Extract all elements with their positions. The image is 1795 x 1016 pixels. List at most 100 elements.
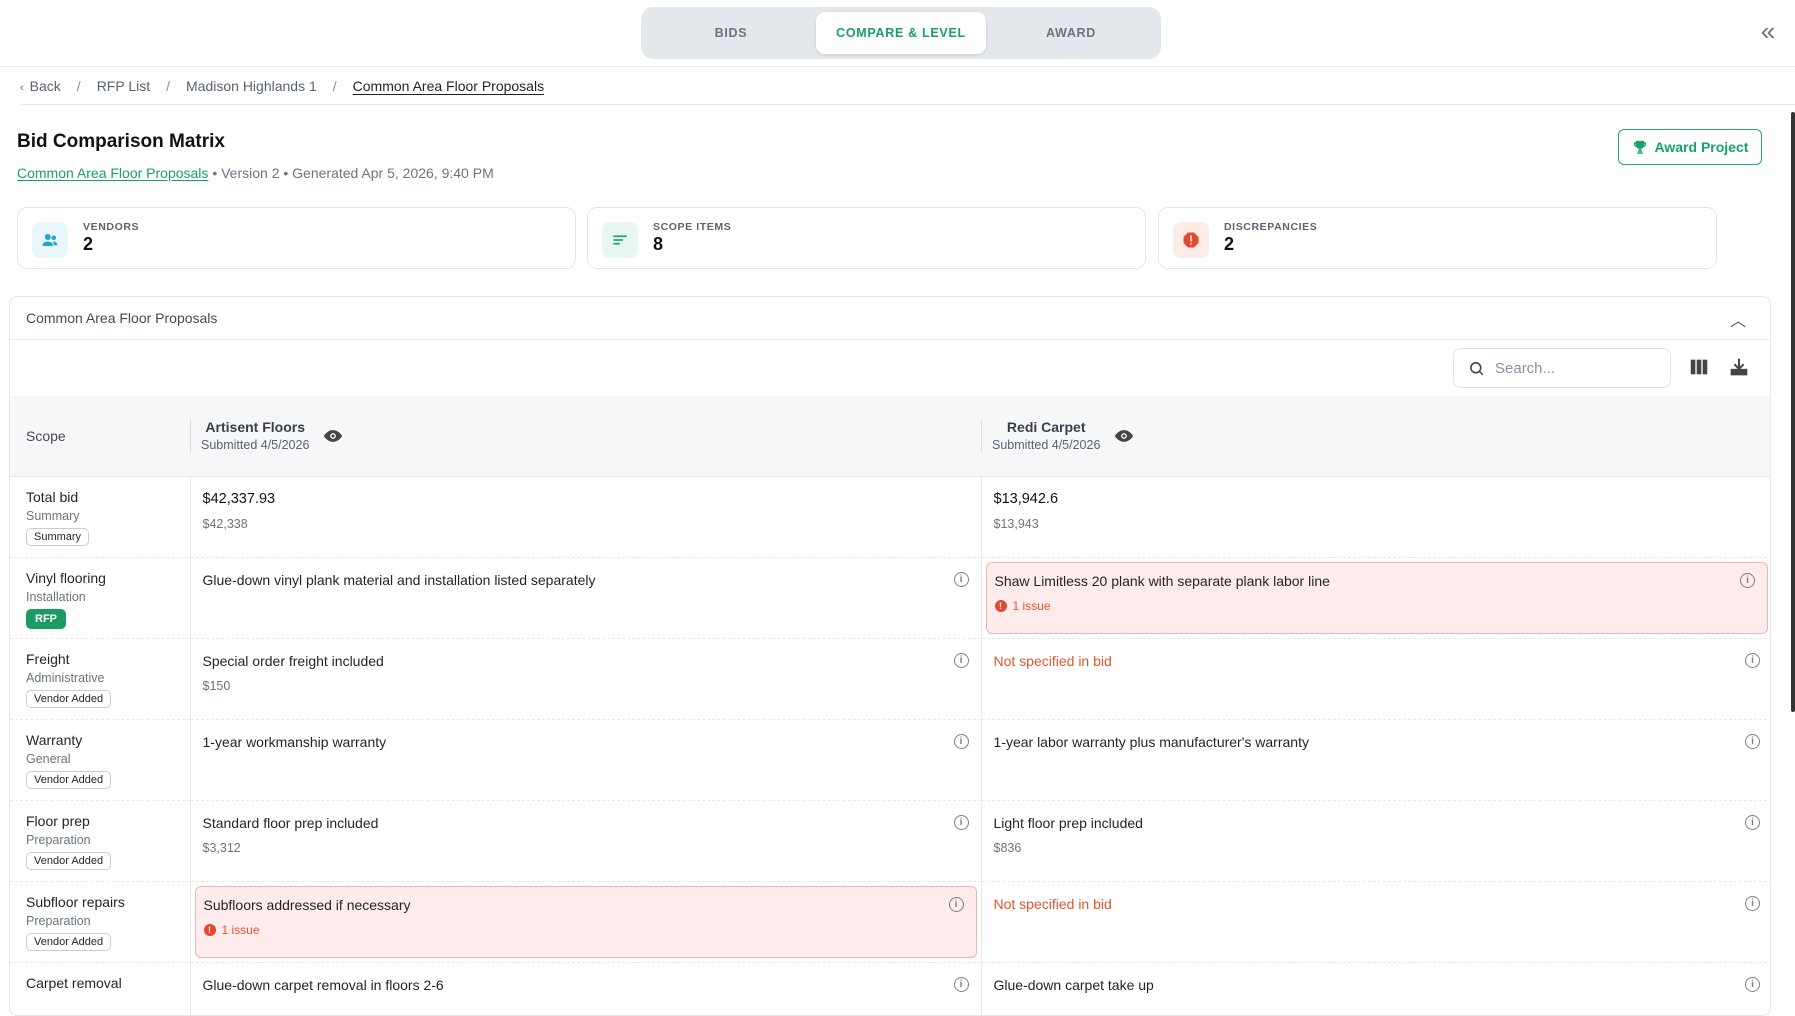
tab-bids[interactable]: BIDS [646,12,816,54]
users-icon [32,222,68,258]
bid-cell[interactable]: Standard floor prep included $3,312 i [189,800,981,882]
panel-header[interactable]: Common Area Floor Proposals ︿ [10,297,1770,340]
bid-cell[interactable]: 1-year workmanship warranty i [189,719,981,801]
bid-cell[interactable]: 1-year labor warranty plus manufacturer'… [980,719,1770,801]
bid-cell[interactable]: Shaw Limitless 20 plank with separate pl… [980,557,1770,639]
info-icon[interactable]: i [1745,652,1760,668]
vendor-name: Redi Carpet [1006,419,1086,436]
table-row: Carpet removal Glue-down carpet removal i… [10,962,1770,1015]
scope-tag: Vendor Added [26,770,112,789]
stat-scope-items: SCOPE ITEMS 8 [587,207,1146,269]
top-bar: BIDS COMPARE & LEVEL AWARD « [0,0,1795,67]
collapse-panel-icon[interactable]: « [1755,18,1781,46]
rfp-link[interactable]: Common Area Floor Proposals [17,165,208,181]
eye-icon[interactable] [323,426,343,446]
scope-cell: Warranty General Vendor Added [10,719,190,801]
bid-amount: $150 [202,678,231,693]
alert-icon: ! [994,599,1007,612]
scope-name: Vinyl flooring [26,569,106,586]
info-icon[interactable]: i [1745,814,1760,830]
vendor-header: Redi Carpet Submitted 4/5/2026 [981,396,1770,477]
bid-cell[interactable]: Glue-down carpet take up i [980,962,1770,1015]
info-icon[interactable]: i [1740,572,1755,588]
breadcrumb-project[interactable]: Madison Highlands 1 [186,78,317,94]
bid-cell[interactable]: Subfloors addressed if necessary ! 1 issu… [189,881,981,963]
scope-name: Freight [26,650,70,667]
panel-title: Common Area Floor Proposals [26,310,218,326]
issue-count: 1 issue [221,922,260,937]
search-icon [1470,361,1484,375]
tab-award[interactable]: AWARD [986,12,1156,54]
tab-compare-level[interactable]: COMPARE & LEVEL [816,12,986,54]
bid-text: Special order freight included [202,652,384,669]
info-icon[interactable]: i [953,652,969,668]
bid-text: Glue-down vinyl plank material and insta… [202,571,596,588]
vendor-submitted: Submitted 4/5/2026 [992,438,1101,453]
stat-value: 2 [1224,234,1235,254]
award-project-label: Award Project [1654,139,1749,155]
vendor-submitted: Submitted 4/5/2026 [201,438,310,453]
award-project-button[interactable]: Award Project [1618,129,1762,165]
issue-indicator[interactable]: ! 1 issue [203,922,968,937]
bid-cell[interactable]: Glue-down carpet removal in floors 2-6 i [189,962,981,1015]
info-icon[interactable]: i [1745,976,1760,992]
columns-icon[interactable] [1688,356,1710,378]
scope-tag: Vendor Added [26,932,112,951]
stat-label: SCOPE ITEMS [653,221,732,233]
bid-text: Shaw Limitless 20 plank with separate pl… [994,572,1330,589]
bid-amount: $42,338 [202,516,248,531]
issue-highlight: Subfloors addressed if necessary ! 1 issu… [194,885,977,958]
bid-cell[interactable]: Not specified in bid i [980,881,1770,963]
bid-cell[interactable]: Special order freight included $150 i [189,638,981,720]
scope-category: Preparation [26,913,91,928]
scope-category: General [26,751,71,766]
vendor-header: Artisent Floors Submitted 4/5/2026 [190,396,981,477]
scope-cell: Total bid Summary Summary [10,476,190,558]
info-icon[interactable]: i [953,976,969,992]
download-icon[interactable] [1728,356,1750,378]
info-icon[interactable]: i [1745,895,1760,911]
bid-amount: $3,312 [202,840,241,855]
eye-icon[interactable] [1114,426,1134,446]
bid-cell[interactable]: Not specified in bid i [980,638,1770,720]
stat-label: VENDORS [83,221,140,233]
scope-cell: Subfloor repairs Preparation Vendor Added [10,881,190,963]
info-icon[interactable]: i [953,733,969,749]
breadcrumb-separator: / [332,77,337,94]
comparison-panel: Common Area Floor Proposals ︿ Search... … [9,296,1771,1016]
info-icon[interactable]: i [953,571,969,587]
issue-count: 1 issue [1012,598,1051,613]
vendor-name: Artisent Floors [205,419,305,436]
info-icon[interactable]: i [953,814,969,830]
bid-cell[interactable]: $42,337.93 $42,338 [189,476,981,558]
table-header-row: Scope Artisent Floors Submitted 4/5/2026 … [10,396,1770,477]
bid-amount: $13,943 [993,516,1039,531]
scope-name: Subfloor repairs [26,893,125,910]
back-link[interactable]: ‹ Back [20,78,61,94]
breadcrumb-rfp-list[interactable]: RFP List [97,78,150,94]
bid-missing: Not specified in bid [993,652,1112,669]
bid-text: Light floor prep included [993,814,1143,831]
search-input[interactable]: Search... [1453,348,1671,388]
breadcrumb-current[interactable]: Common Area Floor Proposals [353,78,544,94]
scrollbar[interactable] [1791,112,1795,712]
scope-cell: Freight Administrative Vendor Added [10,638,190,720]
bid-cell[interactable]: $13,942.6 $13,943 [980,476,1770,558]
table-row: Vinyl flooring Installation RFP Glue-down v… [10,557,1770,639]
scope-tag: Vendor Added [26,851,112,870]
info-icon[interactable]: i [948,896,964,912]
table-row: Warranty General Vendor Added 1-year workma… [10,719,1770,801]
chevron-up-icon[interactable]: ︿ [1730,307,1746,331]
breadcrumb: ‹ Back / RFP List / Madison Highlands 1 /… [20,67,1795,105]
issue-indicator[interactable]: ! 1 issue [994,598,1760,613]
stat-value: 8 [653,234,664,254]
bid-text: Glue-down carpet removal in floors 2-6 [202,976,444,993]
bid-cell[interactable]: Light floor prep included $836 i [980,800,1770,882]
scope-category: Preparation [26,832,91,847]
info-icon[interactable]: i [1745,733,1760,749]
table-row: Freight Administrative Vendor Added Special… [10,638,1770,720]
chevron-left-icon: ‹ [20,81,24,94]
bid-cell[interactable]: Glue-down vinyl plank material and insta… [189,557,981,639]
scope-name: Carpet removal [26,974,122,991]
table-row: Subfloor repairs Preparation Vendor Added … [10,881,1770,963]
